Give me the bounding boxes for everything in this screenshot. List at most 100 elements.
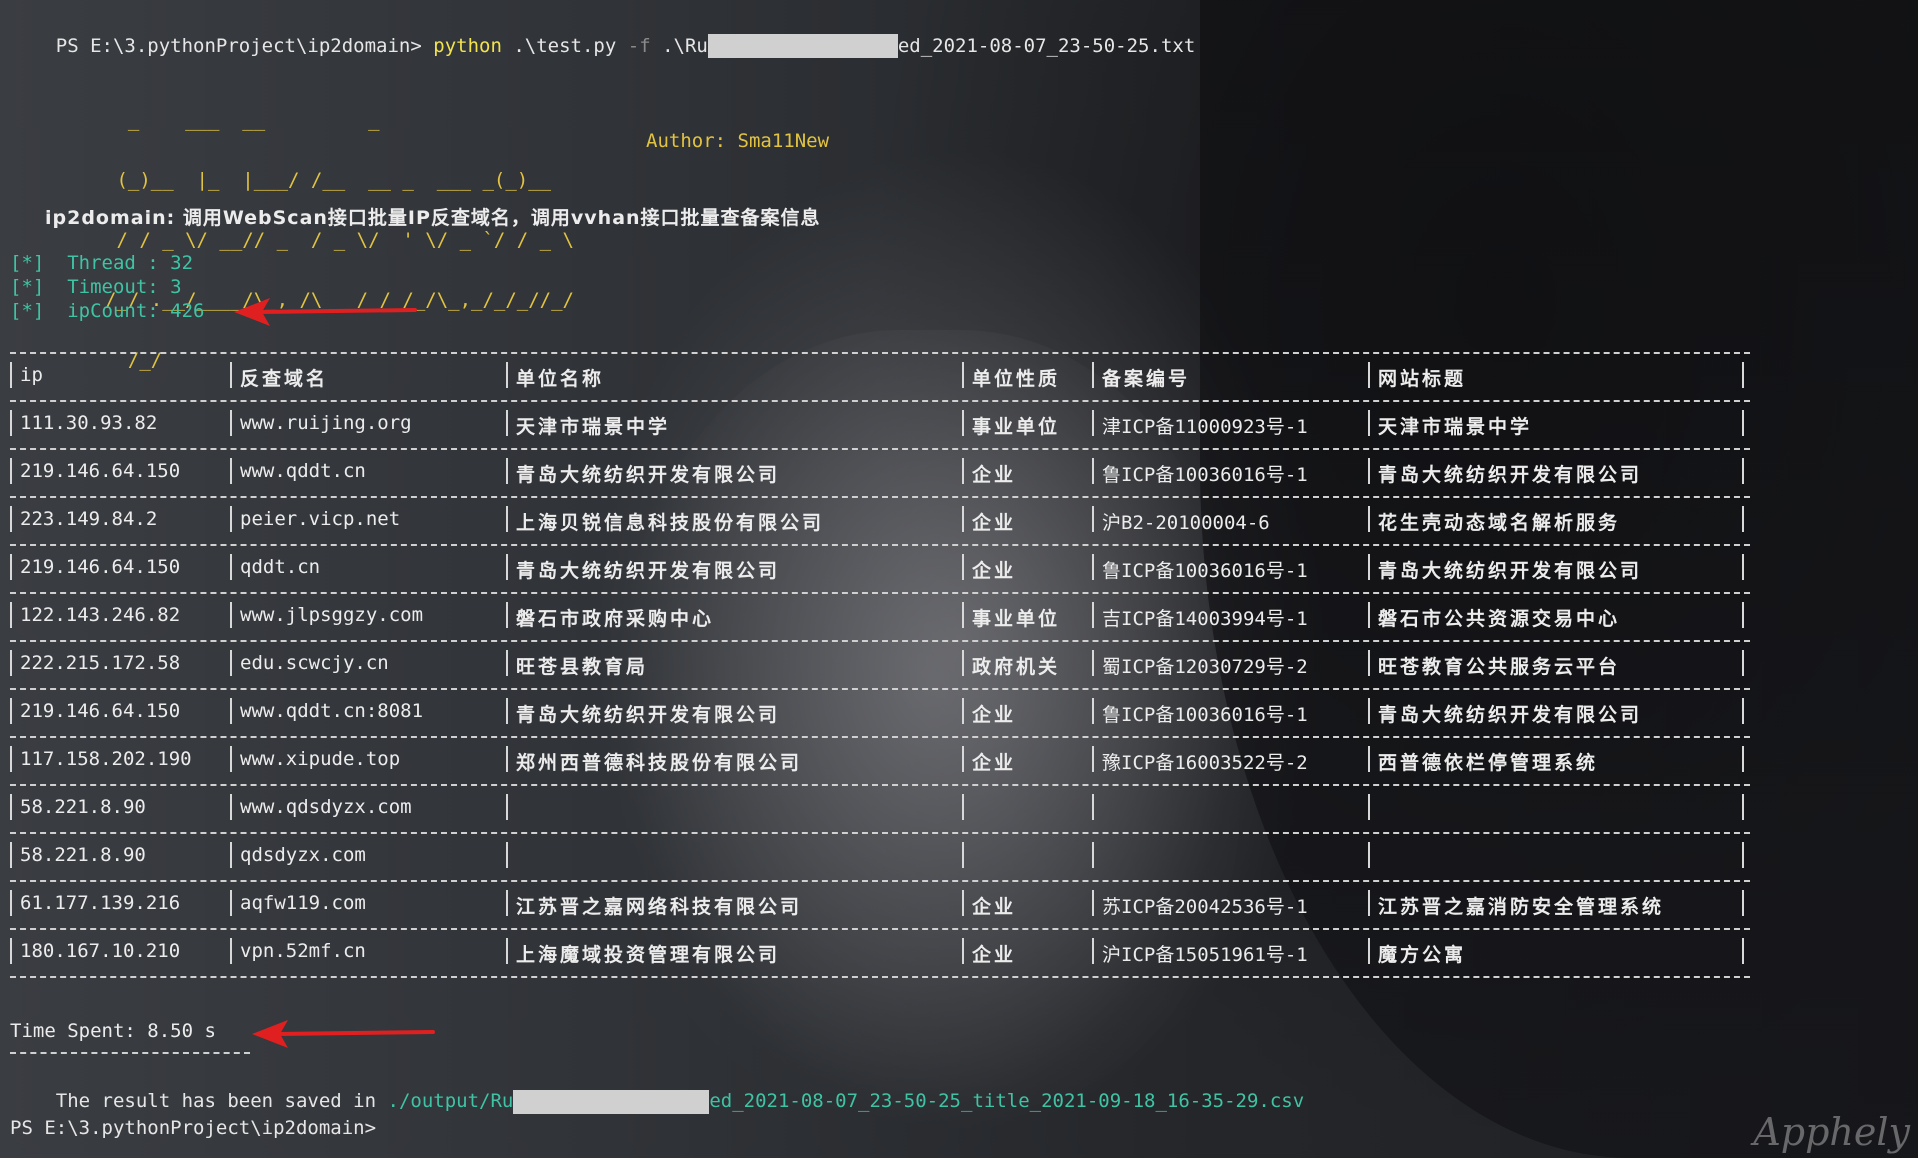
- table-cell: 219.146.64.150: [20, 556, 181, 578]
- table-cell: 117.158.202.190: [20, 748, 192, 770]
- table-row: 219.146.64.150 qddt.cn 青岛大统纺织开发有限公司 企业 鲁ICP备…: [10, 544, 1750, 592]
- divider: [10, 1052, 250, 1054]
- table-cell: 222.215.172.58: [20, 652, 181, 674]
- table-cell: 122.143.246.82: [20, 604, 181, 626]
- banner-line: (_)__ |_ |___/ /__ __ _ ___ _(_)__: [105, 169, 552, 191]
- table-cell: 鲁ICP备10036016号-1: [1102, 464, 1308, 486]
- table-cell: 223.149.84.2: [20, 508, 158, 530]
- table-pipe: [1742, 554, 1744, 580]
- table-cell: 江苏晋之嘉网络科技有限公司: [516, 896, 803, 918]
- table-pipe: [1092, 794, 1094, 820]
- banner-line: / / _ \/ __// _ / _ \/ ' \/ _ `/ / _ \: [105, 229, 574, 251]
- tool-description: ip2domain: 调用WebScan接口批量IP反查域名，调用vvhan接口…: [45, 207, 821, 229]
- table-cell: 企业: [972, 512, 1017, 534]
- table-cell: www.xipude.top: [240, 748, 401, 770]
- table-row: 61.177.139.216 aqfw119.com 江苏晋之嘉网络科技有限公司 企业…: [10, 880, 1750, 928]
- table-row: 222.215.172.58 edu.scwcjy.cn 旺苍县教育局 政府机关 蜀IC…: [10, 640, 1750, 688]
- final-prompt[interactable]: PS E:\3.pythonProject\ip2domain>: [10, 1116, 376, 1140]
- table-row: 117.158.202.190 www.xipude.top 郑州西普德科技股份有限…: [10, 736, 1750, 784]
- flag-arg: -f: [627, 35, 651, 57]
- table-pipe: [1742, 890, 1744, 916]
- banner-line: _ ___ __ _: [105, 109, 380, 131]
- file-arg-prefix: .\Ru: [650, 35, 708, 57]
- table-header-cell: 单位性质: [972, 368, 1061, 390]
- table-cell: www.jlpsggzy.com: [240, 604, 424, 626]
- info-ipcount: [*] ipCount: 426: [10, 300, 205, 322]
- table-cell: 219.146.64.150: [20, 700, 181, 722]
- prompt-text: PS E:\3.pythonProject\ip2domain>: [55, 35, 434, 57]
- table-row: 58.221.8.90 qdsdyzx.com: [10, 832, 1750, 880]
- table-cell: 天津市瑞景中学: [516, 416, 671, 438]
- table-cell: 企业: [972, 464, 1017, 486]
- table-pipe: [1742, 458, 1744, 484]
- table-cell: 磐石市公共资源交易中心: [1378, 608, 1621, 630]
- table-cell: 企业: [972, 944, 1017, 966]
- table-pipe: [1742, 362, 1744, 388]
- table-cell: 180.167.10.210: [20, 940, 181, 962]
- author-label: Author: Sma11New: [646, 130, 830, 152]
- table-cell: 企业: [972, 752, 1017, 774]
- table-cell: www.qddt.cn: [240, 460, 366, 482]
- table-cell: 旺苍县教育局: [516, 656, 649, 678]
- table-cell: 企业: [972, 896, 1017, 918]
- script-arg: .\test.py: [501, 35, 628, 57]
- table-cell: 天津市瑞景中学: [1378, 416, 1533, 438]
- table-cell: 苏ICP备20042536号-1: [1102, 896, 1308, 918]
- table-pipe: [1742, 506, 1744, 532]
- table-cell: 江苏晋之嘉消防安全管理系统: [1378, 896, 1665, 918]
- python-command: python: [433, 35, 502, 57]
- table-cell: peier.vicp.net: [240, 508, 401, 530]
- table-pipe: [506, 842, 508, 868]
- table-cell: qddt.cn: [240, 556, 321, 578]
- table-cell: 豫ICP备16003522号-2: [1102, 752, 1308, 774]
- table-cell: www.qddt.cn:8081: [240, 700, 424, 722]
- table-cell: 旺苍教育公共服务云平台: [1378, 656, 1621, 678]
- redacted-filename: [707, 34, 898, 58]
- table-cell: 魔方公寓: [1378, 944, 1467, 966]
- table-separator: [10, 976, 1750, 978]
- table-pipe: [1742, 650, 1744, 676]
- table-cell: 事业单位: [972, 416, 1061, 438]
- table-row: 180.167.10.210 vpn.52mf.cn 上海魔域投资管理有限公司 企业 沪…: [10, 928, 1750, 976]
- time-spent: Time Spent: 8.50 s: [10, 1020, 216, 1042]
- table-pipe: [1742, 410, 1744, 436]
- red-arrow-icon: [234, 298, 417, 326]
- table-cell: 企业: [972, 704, 1017, 726]
- table-cell: 青岛大统纺织开发有限公司: [1378, 704, 1643, 726]
- table-cell: 青岛大统纺织开发有限公司: [516, 560, 781, 582]
- info-timeout: [*] Timeout: 3: [10, 276, 182, 298]
- table-cell: 鲁ICP备10036016号-1: [1102, 704, 1308, 726]
- table-header-cell: 单位名称: [516, 368, 605, 390]
- table-cell: www.ruijing.org: [240, 412, 412, 434]
- table-row: 223.149.84.2 peier.vicp.net 上海贝锐信息科技股份有限公司…: [10, 496, 1750, 544]
- table-cell: 111.30.93.82: [20, 412, 158, 434]
- table-cell: 吉ICP备14003994号-1: [1102, 608, 1308, 630]
- table-header-cell: ip: [20, 364, 43, 386]
- table-cell: 鲁ICP备10036016号-1: [1102, 560, 1308, 582]
- table-row: 111.30.93.82 www.ruijing.org 天津市瑞景中学 事业单位 津I…: [10, 400, 1750, 448]
- table-pipe: [962, 842, 964, 868]
- table-cell: 青岛大统纺织开发有限公司: [516, 704, 781, 726]
- table-cell: 郑州西普德科技股份有限公司: [516, 752, 803, 774]
- table-cell: 沪ICP备15051961号-1: [1102, 944, 1308, 966]
- terminal-window[interactable]: PS E:\3.pythonProject\ip2domain> python …: [0, 0, 1918, 1158]
- table-row: 219.146.64.150 www.qddt.cn 青岛大统纺织开发有限公司 企业 鲁…: [10, 448, 1750, 496]
- table-cell: 西普德依栏停管理系统: [1378, 752, 1599, 774]
- table-pipe: [1742, 746, 1744, 772]
- table-pipe: [1368, 794, 1370, 820]
- red-arrow-icon: [252, 1020, 435, 1048]
- table-cell: 企业: [972, 560, 1017, 582]
- table-header-cell: 反查域名: [240, 368, 329, 390]
- file-arg-suffix: ed_2021-08-07_23-50-25.txt: [897, 35, 1196, 57]
- table-row: 219.146.64.150 www.qddt.cn:8081 青岛大统纺织开发有限…: [10, 688, 1750, 736]
- table-pipe: [1742, 602, 1744, 628]
- table-cell: 津ICP备11000923号-1: [1102, 416, 1308, 438]
- info-thread: [*] Thread : 32: [10, 252, 194, 274]
- table-pipe: [1742, 698, 1744, 724]
- table-cell: 58.221.8.90: [20, 844, 146, 866]
- table-header-cell: 网站标题: [1378, 368, 1467, 390]
- table-pipe: [1742, 842, 1744, 868]
- table-header-cell: 备案编号: [1102, 368, 1191, 390]
- table-cell: 政府机关: [972, 656, 1061, 678]
- table-cell: 219.146.64.150: [20, 460, 181, 482]
